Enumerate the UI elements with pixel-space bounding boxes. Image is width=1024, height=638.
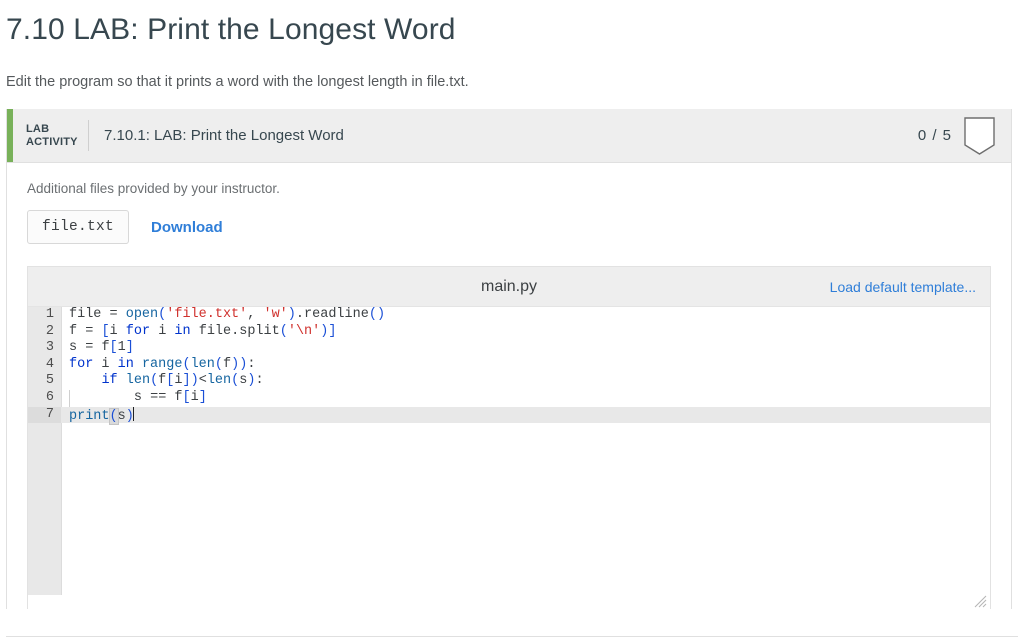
code-line-number: 2 xyxy=(28,324,61,341)
code-line[interactable]: 4for i in range(len(f)): xyxy=(28,357,990,374)
code-line-text[interactable]: file = open('file.txt', 'w').readline() xyxy=(61,307,385,324)
text-cursor xyxy=(133,407,134,421)
code-line[interactable]: 3s = f[1] xyxy=(28,340,990,357)
code-line-text[interactable]: for i in range(len(f)): xyxy=(61,357,255,374)
page-bottom-rule xyxy=(6,636,1018,637)
activity-body: Additional files provided by your instru… xyxy=(7,163,1011,609)
load-default-template-link[interactable]: Load default template... xyxy=(830,279,976,295)
activity-header: LAB ACTIVITY 7.10.1: LAB: Print the Long… xyxy=(7,109,1011,163)
activity-title: 7.10.1: LAB: Print the Longest Word xyxy=(89,127,918,144)
code-line-text[interactable]: print(s) xyxy=(61,407,134,426)
editor-header: main.py Load default template... xyxy=(28,267,990,307)
code-lines[interactable]: 1file = open('file.txt', 'w').readline()… xyxy=(28,307,990,423)
code-line[interactable]: 7print(s) xyxy=(28,407,990,424)
lab-page: 7.10 LAB: Print the Longest Word Edit th… xyxy=(0,0,1024,638)
code-line-number: 6 xyxy=(28,390,61,407)
file-row: file.txt Download xyxy=(27,210,991,244)
code-line-text[interactable]: if len(f[i])<len(s): xyxy=(61,373,264,390)
code-line-number: 4 xyxy=(28,357,61,374)
lab-activity-tag: LAB ACTIVITY xyxy=(7,123,88,149)
lab-activity-card: LAB ACTIVITY 7.10.1: LAB: Print the Long… xyxy=(6,109,1012,609)
shield-badge-icon xyxy=(964,117,995,155)
code-line-text[interactable]: s = f[1] xyxy=(61,340,134,357)
code-line[interactable]: 2f = [i for i in file.split('\n')] xyxy=(28,324,990,341)
code-line-text[interactable]: s == f[i] xyxy=(61,390,207,407)
code-line-number: 3 xyxy=(28,340,61,357)
code-line[interactable]: 1file = open('file.txt', 'w').readline() xyxy=(28,307,990,324)
score-area: 0 / 5 xyxy=(918,117,1011,155)
lab-activity-tag-line2: ACTIVITY xyxy=(26,136,88,149)
code-line-number: 5 xyxy=(28,373,61,390)
code-line-text[interactable]: f = [i for i in file.split('\n')] xyxy=(61,324,336,341)
lab-activity-tag-line1: LAB xyxy=(26,123,88,136)
code-line-number: 1 xyxy=(28,307,61,324)
code-area[interactable]: 1file = open('file.txt', 'w').readline()… xyxy=(28,307,990,610)
code-line[interactable]: 5 if len(f[i])<len(s): xyxy=(28,373,990,390)
editor-filename: main.py xyxy=(481,278,537,296)
code-line-number: 7 xyxy=(28,407,61,424)
page-title: 7.10 LAB: Print the Longest Word xyxy=(0,0,1024,50)
code-editor[interactable]: main.py Load default template... 1file =… xyxy=(27,266,991,609)
download-link[interactable]: Download xyxy=(151,219,223,236)
page-description: Edit the program so that it prints a wor… xyxy=(0,50,1024,92)
score-value: 0 / 5 xyxy=(918,127,952,144)
code-line[interactable]: 6 s == f[i] xyxy=(28,390,990,407)
resize-grip-icon[interactable] xyxy=(974,595,987,608)
additional-files-note: Additional files provided by your instru… xyxy=(27,181,991,196)
activity-accent-bar xyxy=(7,109,13,162)
file-name-chip: file.txt xyxy=(27,210,129,244)
